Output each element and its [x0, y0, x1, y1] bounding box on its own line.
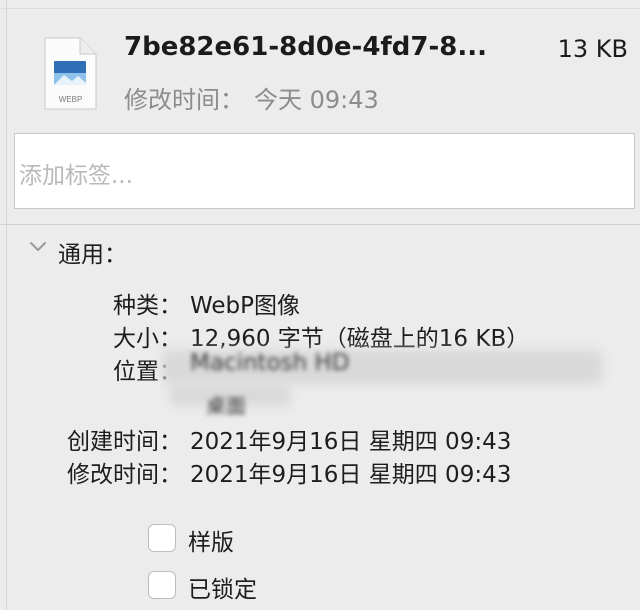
kind-value: WebP图像 [190, 293, 301, 319]
size-row: 大小： 12,960 字节（磁盘上的16 KB） [0, 319, 640, 352]
webp-file-icon: WEBP [42, 37, 98, 111]
kind-label: 种类： [113, 293, 182, 319]
icon-caption: WEBP [59, 95, 83, 104]
get-info-window: WEBP 7be82e61-8d0e-4fd7-8... 13 KB 修改时间：… [0, 0, 640, 610]
created-label: 创建时间： [67, 429, 182, 455]
header-modified-label: 修改时间： [124, 86, 244, 114]
location-value-blurred: Macintosh HD [190, 350, 350, 376]
stationery-label: 样版 [188, 530, 234, 556]
location-value-blurred-line2: 桌面 [206, 394, 246, 418]
size-value: 12,960 字节（磁盘上的16 KB） [190, 326, 530, 352]
header-modified-value: 今天 09:43 [254, 86, 379, 114]
modified-value: 2021年9月16日 星期四 09:43 [190, 462, 512, 488]
created-row: 创建时间： 2021年9月16日 星期四 09:43 [0, 422, 640, 455]
general-section-title: 通用： [58, 242, 127, 268]
chevron-down-icon[interactable] [26, 236, 50, 258]
stationery-checkbox[interactable] [148, 524, 176, 552]
modified-label: 修改时间： [67, 462, 182, 488]
size-label: 大小： [113, 326, 182, 352]
locked-checkbox[interactable] [148, 571, 176, 599]
file-name: 7be82e61-8d0e-4fd7-8... [124, 32, 487, 62]
kind-row: 种类： WebP图像 [0, 286, 640, 319]
header-modified: 修改时间： 今天 09:43 [124, 80, 379, 115]
file-size: 13 KB [557, 35, 628, 63]
modified-row: 修改时间： 2021年9月16日 星期四 09:43 [0, 455, 640, 488]
section-divider [0, 224, 640, 225]
top-divider [0, 8, 640, 9]
tags-input[interactable] [14, 133, 635, 209]
locked-label: 已锁定 [188, 577, 257, 603]
created-value: 2021年9月16日 星期四 09:43 [190, 429, 512, 455]
